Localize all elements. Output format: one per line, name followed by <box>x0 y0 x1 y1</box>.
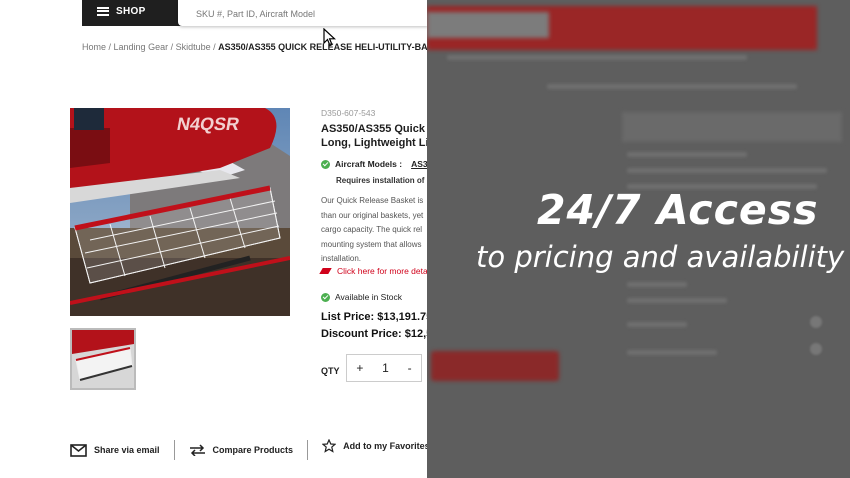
breadcrumb-home[interactable]: Home <box>82 42 106 52</box>
divider <box>307 440 309 460</box>
discount-price: Discount Price: $12,5 <box>321 328 433 340</box>
aircraft-models-label: Aircraft Models : <box>335 159 403 169</box>
promo-subline: to pricing and availability <box>476 240 845 274</box>
more-details-link[interactable]: Click here for more deta <box>319 266 428 276</box>
product-description: Our Quick Release Basket is than our ori… <box>321 196 424 263</box>
divider <box>173 440 175 460</box>
breadcrumb-landing-gear[interactable]: Landing Gear <box>114 42 169 52</box>
promo-overlay-panel <box>427 0 850 478</box>
aircraft-models: Aircraft Models : AS350 <box>321 159 437 169</box>
product-sku: D350-607-543 <box>321 108 376 118</box>
compare-products-label: Compare Products <box>212 445 294 455</box>
blurred-add-to-cart-button <box>431 351 559 381</box>
blurred-search-field <box>427 12 549 38</box>
add-favorites-label: Add to my Favorites <box>343 441 430 451</box>
more-details-label: Click here for more deta <box>337 266 428 276</box>
share-email-button[interactable]: Share via email <box>70 443 160 457</box>
shop-menu-button[interactable]: SHOP <box>97 0 146 22</box>
shop-label: SHOP <box>116 5 146 17</box>
quantity-stepper[interactable]: + 1 - <box>346 354 422 382</box>
qty-increase-button[interactable]: + <box>356 361 363 375</box>
qty-decrease-button[interactable]: - <box>408 361 412 375</box>
search-input[interactable]: SKU #, Part ID, Aircraft Model <box>178 0 428 26</box>
list-price: List Price: $13,191.75 <box>321 311 433 323</box>
product-main-image[interactable]: N4QSR <box>70 108 290 316</box>
search-placeholder: SKU #, Part ID, Aircraft Model <box>196 9 316 19</box>
check-icon <box>321 292 330 302</box>
envelope-icon <box>70 443 87 457</box>
compare-arrows-icon <box>189 444 205 456</box>
breadcrumb: Home / Landing Gear / Skidtube / AS350/A… <box>82 42 476 52</box>
add-favorites-button[interactable]: Add to my Favorites <box>322 439 430 453</box>
product-thumbnail[interactable] <box>70 328 136 390</box>
qty-value[interactable]: 1 <box>382 361 389 375</box>
hamburger-icon <box>97 6 109 16</box>
compare-products-button[interactable]: Compare Products <box>189 444 294 456</box>
stock-label: Available in Stock <box>335 292 402 302</box>
qty-label: QTY <box>321 366 340 376</box>
svg-text:N4QSR: N4QSR <box>175 114 240 134</box>
star-icon <box>322 439 337 453</box>
breadcrumb-skidtube[interactable]: Skidtube <box>176 42 211 52</box>
stock-status: Available in Stock <box>321 292 402 302</box>
share-email-label: Share via email <box>94 445 160 455</box>
promo-headline: 24/7 Access <box>537 186 819 234</box>
product-actions-bar: Share via email Compare Products Add to … <box>70 439 430 460</box>
requires-installation: Requires installation of <box>336 176 425 185</box>
check-icon <box>321 159 330 169</box>
arrow-icon <box>319 268 332 274</box>
